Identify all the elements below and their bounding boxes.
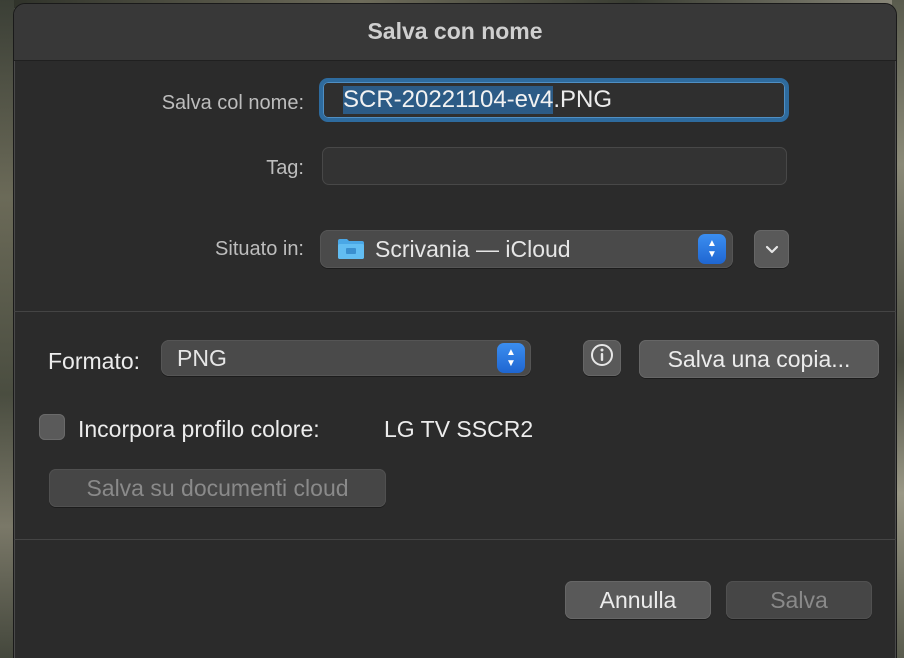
folder-icon [337,238,365,260]
desktop-background-left [0,0,14,658]
name-label: Salva col nome: [161,92,304,114]
format-value: PNG [177,344,227,371]
expand-dialog-button[interactable] [754,230,789,268]
format-popup[interactable]: PNG ▲ ▼ [161,340,531,376]
embed-profile-checkbox[interactable] [39,414,65,440]
location-stepper-icon: ▲ ▼ [698,234,726,264]
location-label: Situato in: [215,238,304,260]
info-icon [590,343,614,373]
format-stepper-icon: ▲ ▼ [497,343,525,373]
format-label: Formato: [48,348,141,374]
section-divider-bottom [14,539,896,540]
location-popup[interactable]: Scrivania — iCloud ▲ ▼ [320,230,733,268]
save-cloud-docs-button[interactable]: Salva su documenti cloud [49,469,386,507]
dialog-titlebar: Salva con nome [14,4,896,61]
save-dialog: Salva con nome Salva col nome: SCR-20221… [13,3,897,658]
filename-selected-text: SCR-20221104-ev4 [343,86,554,114]
save-button[interactable]: Salva [726,581,872,619]
tag-label: Tag: [266,157,304,179]
tag-input[interactable] [322,147,787,185]
filename-extension: .PNG [553,86,613,113]
dialog-title: Salva con nome [367,18,543,44]
section-divider-top [14,311,896,312]
filename-input[interactable]: SCR-20221104-ev4 .PNG [319,78,789,122]
color-profile-value: LG TV SSCR2 [384,416,534,442]
cancel-button[interactable]: Annulla [565,581,711,619]
save-copy-button[interactable]: Salva una copia... [639,340,879,378]
chevron-down-icon [765,241,779,257]
embed-profile-label: Incorpora profilo colore: [78,416,320,442]
location-value: Scrivania — iCloud [375,235,571,262]
info-button[interactable] [583,340,621,376]
